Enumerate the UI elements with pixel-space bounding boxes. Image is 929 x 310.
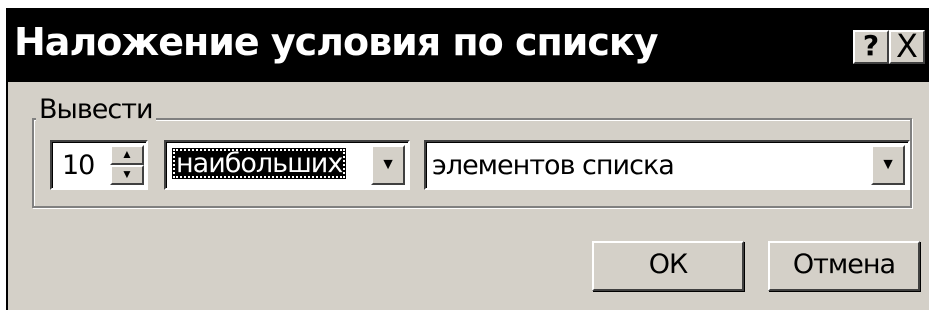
spin-down-icon[interactable]: ▼ [110,165,144,185]
cancel-button[interactable]: Отмена [768,241,920,291]
chevron-down-icon[interactable]: ▼ [871,145,905,185]
dialog-title: Наложение условия по списку [14,20,658,64]
title-bar[interactable]: Наложение условия по списку ? X [8,10,929,82]
spin-up-icon[interactable]: ▲ [110,145,144,165]
top-bottom-combobox[interactable]: наибольших ▼ [164,140,410,190]
items-percent-combobox[interactable]: элементов списка ▼ [424,140,910,190]
help-button[interactable]: ? [853,30,889,64]
count-value: 10 [62,150,95,181]
count-spinner[interactable]: ▲ ▼ [110,145,144,185]
top-bottom-selected-value: наибольших [172,148,347,179]
autofilter-top10-dialog: Наложение условия по списку ? X Вывести … [6,8,929,310]
close-button[interactable]: X [889,30,925,64]
count-spinner-field[interactable]: 10 ▲ ▼ [50,140,148,190]
chevron-down-icon[interactable]: ▼ [371,145,405,185]
items-percent-selected-value: элементов списка [432,150,675,181]
ok-button[interactable]: ОК [592,241,744,291]
show-group-label: Вывести [36,94,156,125]
